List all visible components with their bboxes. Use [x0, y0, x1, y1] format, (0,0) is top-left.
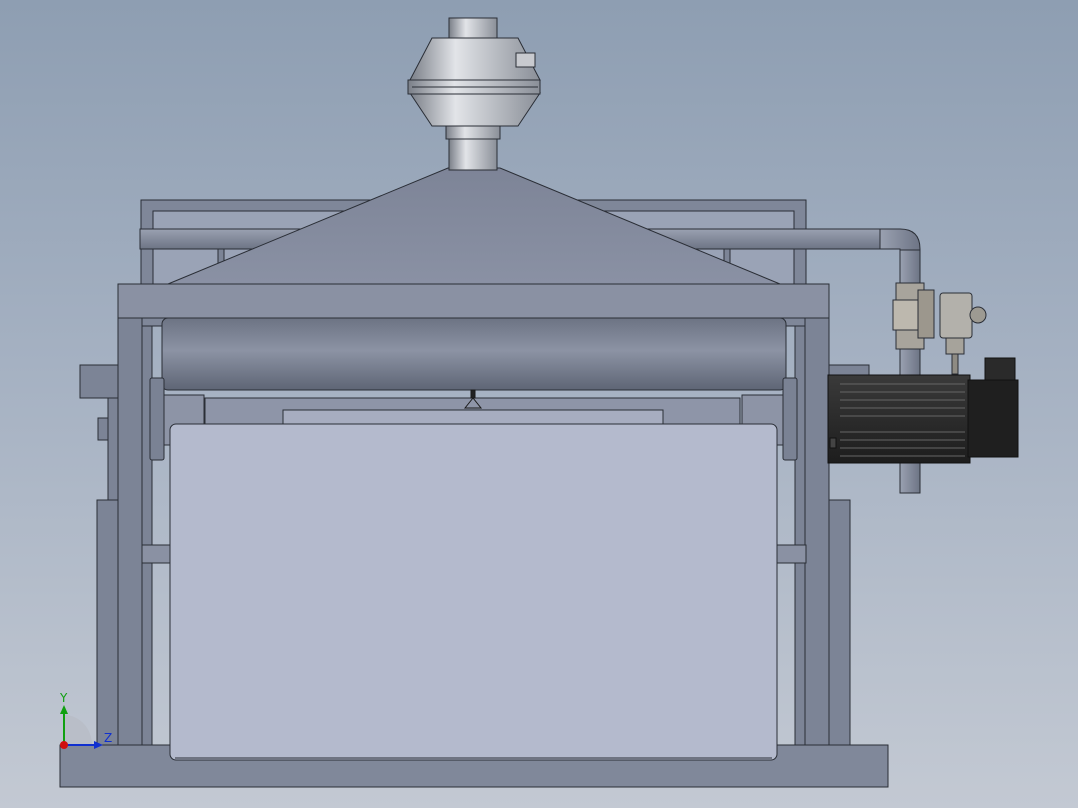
- roller-drum[interactable]: [161, 317, 787, 391]
- machine-front-view[interactable]: Y Z: [0, 0, 1078, 808]
- right-outer-frame[interactable]: [794, 284, 870, 746]
- cad-graphics-area[interactable]: Y Z: [0, 0, 1078, 808]
- front-panel[interactable]: [169, 423, 778, 761]
- triad-y-label: Y: [59, 691, 68, 705]
- left-outer-frame[interactable]: [79, 284, 153, 746]
- triad-z-label: Z: [104, 731, 112, 745]
- exhaust-fan[interactable]: [407, 17, 541, 171]
